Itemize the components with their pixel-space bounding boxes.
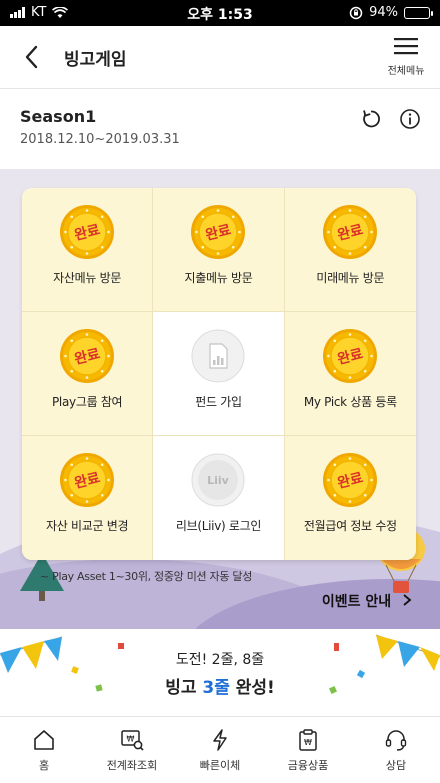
bingo-cell-label: My Pick 상품 등록	[303, 395, 397, 409]
bingo-cell[interactable]: 완료전월급여 정보 수정	[284, 436, 416, 560]
tab-label: 전계좌조회	[106, 759, 158, 772]
event-info-link[interactable]: 이벤트 안내	[322, 591, 414, 611]
bingo-cell[interactable]: 펀드 가입	[153, 312, 285, 436]
svg-text:₩: ₩	[304, 738, 312, 747]
tab-label: 상담	[385, 759, 407, 772]
home-icon	[34, 730, 54, 750]
account-search-icon: ₩	[121, 730, 144, 751]
bingo-progress-banner: 도전! 2줄, 8줄 빙고 3줄 완성!	[0, 629, 440, 717]
battery-icon	[404, 6, 433, 19]
bingo-cell-label: 지출메뉴 방문	[184, 271, 253, 285]
info-button[interactable]	[398, 107, 422, 131]
completed-coin-icon: 완료	[323, 453, 378, 507]
bottom-tab-bar: 홈 ₩ 전계좌조회 빠른이체 ₩ 금융상품 상담	[0, 717, 440, 783]
completed-coin-icon: 완료	[60, 329, 115, 383]
liiv-logo-text: Liiv	[208, 474, 231, 487]
progress-title-suffix: 완성!	[229, 678, 275, 698]
quick-transfer-icon	[213, 729, 227, 751]
tab-account-inquiry[interactable]: ₩ 전계좌조회	[88, 717, 176, 783]
tab-label: 금융상품	[287, 759, 329, 772]
season-name: Season1	[20, 107, 97, 126]
bingo-cell-label: 전월급여 정보 수정	[303, 519, 397, 533]
info-icon	[400, 109, 420, 129]
progress-line-count: 3줄	[202, 678, 230, 698]
chevron-left-icon	[25, 45, 38, 69]
tab-label: 빠른이체	[199, 759, 241, 772]
status-bar: KT 오후 1:53 94%	[0, 0, 440, 26]
app-header: 빙고게임 전체메뉴	[0, 26, 440, 88]
completed-coin-icon: 완료	[323, 205, 378, 259]
bingo-cell[interactable]: 완료자산 비교군 변경	[22, 436, 154, 560]
season-period: 2018.12.10~2019.03.31	[20, 132, 180, 147]
progress-title: 빙고 3줄 완성!	[0, 673, 440, 698]
bingo-cell[interactable]: 완료 My Pick 상품 등록	[284, 312, 416, 436]
completed-coin-icon: 완료	[323, 329, 378, 383]
tab-quick-transfer[interactable]: 빠른이체	[176, 717, 264, 783]
tab-financial-products[interactable]: ₩ 금융상품	[264, 717, 352, 783]
rotation-lock-icon	[349, 6, 363, 19]
progress-subtitle: 도전! 2줄, 8줄	[175, 652, 265, 668]
document-chart-icon	[191, 329, 245, 383]
consult-headset-icon	[385, 730, 407, 751]
tab-label: 홈	[38, 759, 50, 772]
bingo-cell[interactable]: 완료지출메뉴 방문	[153, 188, 285, 312]
bingo-cell-label: 자산 비교군 변경	[46, 519, 129, 533]
financial-product-icon: ₩	[299, 729, 317, 751]
completed-coin-icon: 완료	[60, 205, 115, 259]
bingo-cell-label: 자산메뉴 방문	[53, 271, 122, 285]
back-button[interactable]	[18, 40, 48, 74]
season-info: Season1 2018.12.10~2019.03.31	[0, 89, 440, 169]
liiv-logo-icon: Liiv	[191, 453, 245, 507]
bingo-board: 완료 자산메뉴 방문 완료 지출메뉴 방문 완료 미래메뉴 방문 완료 Play그룹 참여 펀드…	[22, 188, 416, 560]
bingo-cell-label: Play그룹 참여	[52, 395, 123, 409]
bingo-cell[interactable]: Liiv 리브(Liiv) 로그인	[153, 436, 285, 560]
mission-note: ~ Play Asset 1~30위, 정중앙 미션 자동 달성	[40, 570, 253, 583]
bingo-game-area: 완료 자산메뉴 방문 완료 지출메뉴 방문 완료 미래메뉴 방문 완료 Play그룹 참여 펀드…	[0, 169, 440, 629]
bingo-cell[interactable]: 완료자산메뉴 방문	[22, 188, 154, 312]
progress-title-prefix: 빙고	[165, 678, 203, 698]
bingo-cell-label: 펀드 가입	[195, 395, 242, 409]
completed-coin-icon: 완료	[191, 205, 246, 259]
event-info-label: 이벤트 안내	[321, 594, 392, 610]
completed-coin-icon: 완료	[60, 453, 115, 507]
all-menu-button[interactable]: 전체메뉴	[378, 36, 434, 84]
chevron-right-icon	[403, 594, 412, 606]
all-menu-label: 전체메뉴	[387, 66, 425, 77]
bingo-cell-label: 리브(Liiv) 로그인	[175, 519, 262, 533]
tab-consult[interactable]: 상담	[352, 717, 440, 783]
hamburger-icon	[394, 38, 418, 55]
refresh-icon	[363, 110, 380, 128]
svg-text:₩: ₩	[127, 735, 135, 744]
bingo-cell[interactable]: 완료 Play그룹 참여	[22, 312, 154, 436]
page-title: 빙고게임	[64, 50, 127, 70]
tab-home[interactable]: 홈	[0, 717, 88, 783]
battery-percent: 94%	[369, 5, 398, 20]
bingo-cell[interactable]: 완료미래메뉴 방문	[284, 188, 416, 312]
bingo-cell-label: 미래메뉴 방문	[316, 271, 385, 285]
refresh-button[interactable]	[359, 107, 383, 131]
